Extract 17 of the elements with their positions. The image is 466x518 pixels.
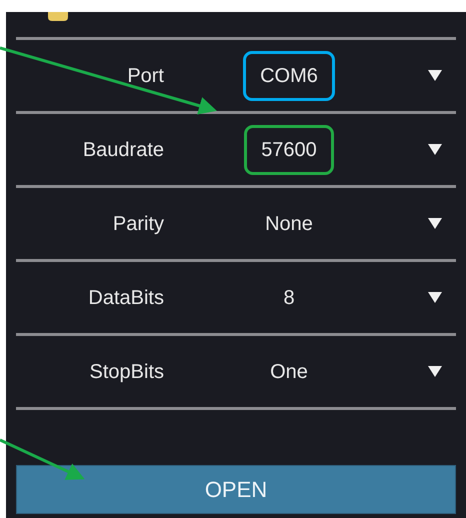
dropdown-value[interactable]: COM6 xyxy=(243,50,335,100)
open-button[interactable]: OPEN xyxy=(16,465,456,514)
dropdown-caret-icon[interactable] xyxy=(428,218,442,229)
dropdown-caret-icon[interactable] xyxy=(428,70,442,81)
dropdown-value[interactable]: 57600 xyxy=(244,124,334,174)
dropdown-value[interactable]: None xyxy=(265,208,313,238)
dropdown-value[interactable]: 8 xyxy=(283,282,295,312)
setting-label: Port xyxy=(126,64,164,88)
setting-label: Baudrate xyxy=(82,138,164,162)
app-icon xyxy=(46,12,70,21)
dropdown-caret-icon[interactable] xyxy=(428,144,442,155)
setting-label: DataBits xyxy=(87,286,164,310)
setting-label: Parity xyxy=(112,212,164,236)
dropdown-caret-icon[interactable] xyxy=(428,366,442,377)
setting-label: StopBits xyxy=(88,360,164,384)
dropdown-value[interactable]: One xyxy=(270,356,308,386)
dropdown-caret-icon[interactable] xyxy=(428,292,442,303)
